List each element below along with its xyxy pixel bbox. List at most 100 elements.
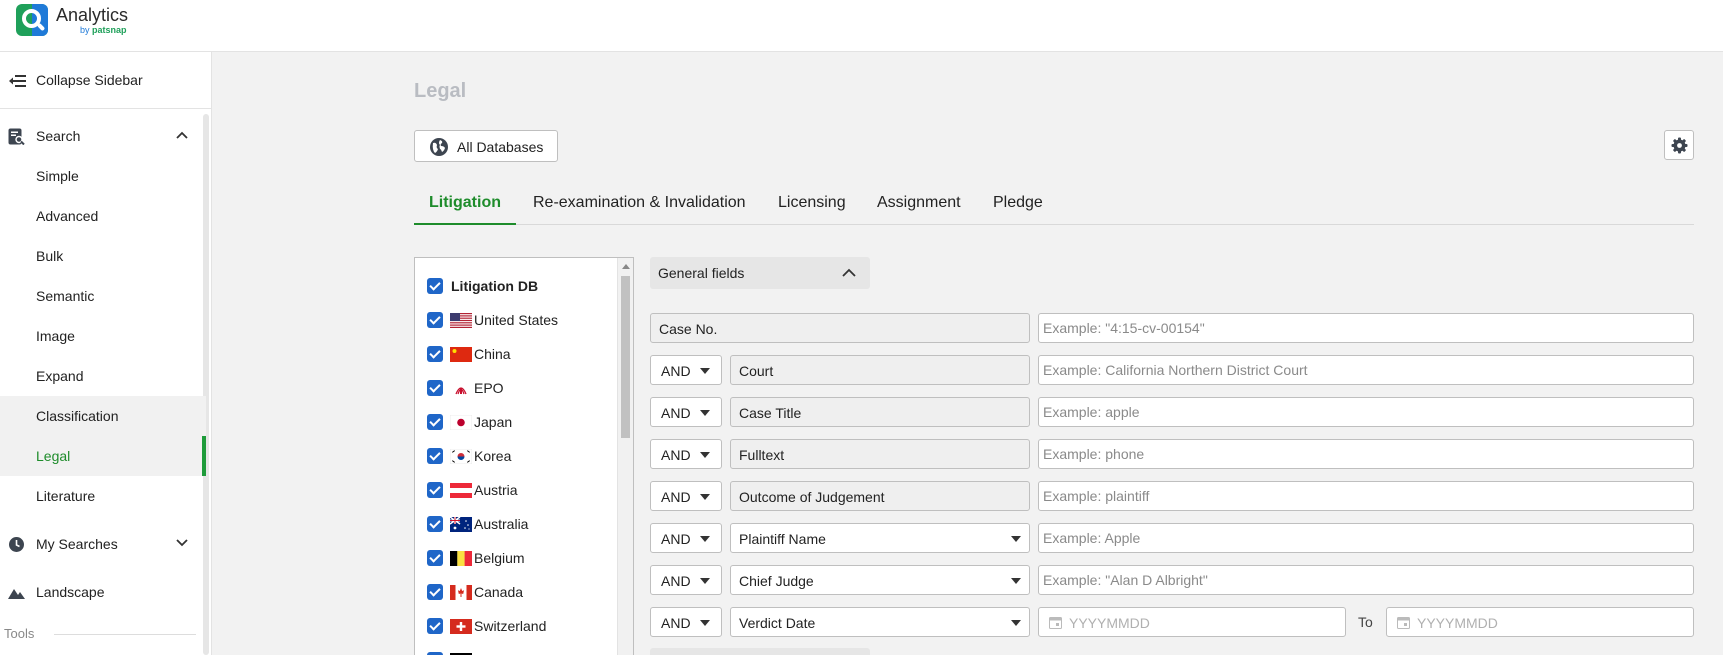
operator-select[interactable]: AND (650, 481, 722, 511)
kr-flag-icon (450, 449, 472, 464)
tab-assignment[interactable]: Assignment (877, 194, 961, 225)
db-checkbox-belgium[interactable]: Belgium (427, 547, 525, 569)
au-flag-icon (450, 517, 472, 532)
sidebar-item-classification[interactable]: Classification (0, 396, 206, 436)
checkbox[interactable] (427, 550, 443, 566)
sidebar-item-image[interactable]: Image (0, 316, 206, 356)
tab-pledge[interactable]: Pledge (993, 194, 1043, 225)
sidebar-item-bulk[interactable]: Bulk (0, 236, 206, 276)
checkbox[interactable] (427, 482, 443, 498)
plaintiff-name-input[interactable] (1038, 523, 1694, 553)
next-field-group-toggle[interactable] (650, 648, 870, 655)
db-checkbox-epo[interactable]: EPO (427, 377, 504, 399)
page-title: Legal (414, 80, 466, 103)
sidebar-item-legal[interactable]: Legal (0, 436, 206, 476)
app-subtitle: by patsnap (80, 26, 128, 35)
caret-down-icon (1011, 620, 1021, 626)
sidebar-item-literature[interactable]: Literature (0, 476, 206, 516)
date-to-placeholder: YYYYMMDD (1417, 615, 1498, 631)
app-title: Analytics (56, 6, 128, 24)
settings-button[interactable] (1664, 130, 1694, 160)
sidebar-item-expand[interactable]: Expand (0, 356, 206, 396)
operator-select[interactable]: AND (650, 355, 722, 385)
db-checkbox-austria[interactable]: Austria (427, 479, 518, 501)
chevron-up-icon (842, 268, 856, 278)
tab-re-examination-invalidation[interactable]: Re-examination & Invalidation (533, 194, 746, 225)
sidebar-landscape-label: Landscape (36, 584, 105, 600)
checkbox[interactable] (427, 380, 443, 396)
collapse-sidebar-label: Collapse Sidebar (36, 72, 143, 88)
database-list-scrollbar[interactable] (617, 258, 633, 655)
db-checkbox-japan[interactable]: Japan (427, 411, 512, 433)
all-databases-label: All Databases (457, 139, 543, 155)
sidebar: Collapse Sidebar Search Simple Advanced … (0, 52, 212, 655)
field-name-select-chief-judge[interactable]: Chief Judge (730, 565, 1030, 595)
checkbox[interactable] (427, 448, 443, 464)
field-row-outcome-of-judgement: AND Outcome of Judgement (650, 481, 1694, 511)
chevron-down-icon (176, 538, 188, 548)
field-row-case-title: AND Case Title (650, 397, 1694, 427)
globe-icon (429, 137, 449, 157)
chief-judge-input[interactable] (1038, 565, 1694, 595)
collapse-sidebar-icon (8, 74, 26, 88)
verdict-date-to-input[interactable]: YYYYMMDD (1386, 607, 1694, 637)
db-checkbox-china[interactable]: China (427, 343, 511, 365)
case-no-input[interactable] (1038, 313, 1694, 343)
sidebar-my-searches-label: My Searches (36, 536, 118, 552)
db-checkbox-litigation-db[interactable]: Litigation DB (427, 275, 538, 297)
checkbox[interactable] (427, 346, 443, 362)
collapse-sidebar-button[interactable]: Collapse Sidebar (0, 52, 212, 109)
case-title-input[interactable] (1038, 397, 1694, 427)
db-checkbox-korea[interactable]: Korea (427, 445, 511, 467)
sidebar-section-my-searches[interactable]: My Searches (0, 524, 202, 564)
field-name-case-no: Case No. (650, 313, 1030, 343)
fulltext-input[interactable] (1038, 439, 1694, 469)
ch-flag-icon (450, 619, 472, 634)
caret-down-icon (1011, 578, 1021, 584)
operator-select[interactable]: AND (650, 439, 722, 469)
scrollbar-thumb[interactable] (621, 276, 630, 438)
top-bar: Analytics by patsnap (0, 0, 1723, 52)
verdict-date-from-input[interactable]: YYYYMMDD (1038, 607, 1346, 637)
db-checkbox-australia[interactable]: Australia (427, 513, 528, 535)
checkbox[interactable] (427, 584, 443, 600)
field-row-plaintiff-name: AND Plaintiff Name (650, 523, 1694, 553)
field-name-select-plaintiff-name[interactable]: Plaintiff Name (730, 523, 1030, 553)
checkbox[interactable] (427, 312, 443, 328)
sidebar-item-simple[interactable]: Simple (0, 156, 206, 196)
operator-select[interactable]: AND (650, 565, 722, 595)
checkbox[interactable] (427, 516, 443, 532)
tab-licensing[interactable]: Licensing (778, 194, 846, 225)
checkbox[interactable] (427, 278, 443, 294)
field-row-fulltext: AND Fulltext (650, 439, 1694, 469)
operator-select[interactable]: AND (650, 523, 722, 553)
operator-select[interactable]: AND (650, 607, 722, 637)
general-fields-toggle[interactable]: General fields (650, 257, 870, 289)
scroll-up-icon[interactable] (622, 264, 630, 269)
all-databases-button[interactable]: All Databases (414, 130, 558, 162)
operator-select[interactable]: AND (650, 397, 722, 427)
sidebar-item-advanced[interactable]: Advanced (0, 196, 206, 236)
legal-tabs: Litigation Re-examination & Invalidation… (414, 184, 1694, 225)
sidebar-section-search[interactable]: Search (0, 116, 202, 156)
checkbox[interactable] (427, 414, 443, 430)
sidebar-section-landscape[interactable]: Landscape (0, 572, 202, 612)
court-input[interactable] (1038, 355, 1694, 385)
db-checkbox-switzerland[interactable]: Switzerland (427, 615, 546, 637)
db-checkbox-united-states[interactable]: United States (427, 309, 558, 331)
field-name-case-title: Case Title (730, 397, 1030, 427)
sidebar-item-semantic[interactable]: Semantic (0, 276, 206, 316)
outcome-of-judgement-input[interactable] (1038, 481, 1694, 511)
db-checkbox-canada[interactable]: Canada (427, 581, 523, 603)
general-fields-label: General fields (658, 265, 744, 281)
field-name-fulltext: Fulltext (730, 439, 1030, 469)
field-name-select-verdict-date[interactable]: Verdict Date (730, 607, 1030, 637)
db-checkbox-partial[interactable] (427, 649, 472, 655)
tab-litigation[interactable]: Litigation (414, 194, 516, 225)
us-flag-icon (450, 313, 472, 328)
app-logo[interactable]: Analytics by patsnap (16, 4, 128, 36)
checkbox[interactable] (427, 618, 443, 634)
caret-down-icon (700, 620, 710, 626)
date-from-placeholder: YYYYMMDD (1069, 615, 1150, 631)
jp-flag-icon (450, 415, 472, 430)
